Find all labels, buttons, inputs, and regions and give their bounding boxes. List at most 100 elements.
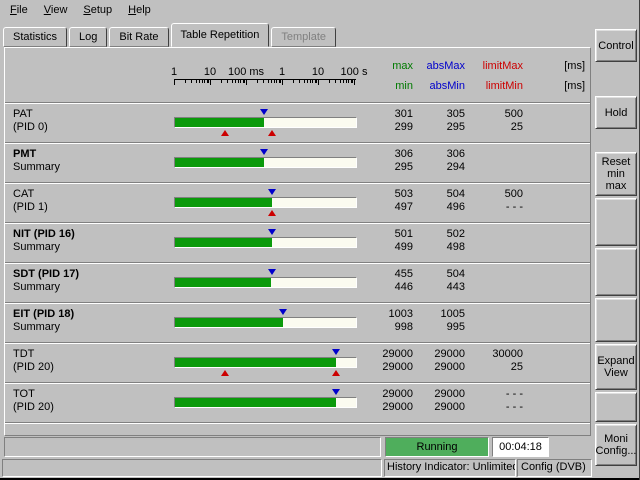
limit-marker-icon <box>221 370 229 376</box>
row-name: TDT <box>13 348 34 360</box>
col-header-absmin: absMin <box>415 80 465 92</box>
tab-table-repetition[interactable]: Table Repetition <box>171 23 270 47</box>
repetition-bar <box>174 157 357 168</box>
ruler-tick <box>348 80 349 83</box>
ruler-tick <box>293 80 294 83</box>
table-row: SDT (PID 17)Summary455446504443 <box>5 262 590 302</box>
app-window: FileViewSetupHelp StatisticsLogBit RateT… <box>0 0 640 480</box>
ruler-tick <box>204 80 205 83</box>
table-row: NIT (PID 16)Summary501499502498 <box>5 222 590 262</box>
limit-values <box>467 308 523 334</box>
blank-button[interactable] <box>595 392 637 422</box>
running-status: Running <box>385 437 489 457</box>
value-min: 295 <box>357 161 413 174</box>
tab-log[interactable]: Log <box>69 27 107 47</box>
ruler-tick <box>244 80 245 83</box>
limit-values: - - -- - - <box>467 388 523 414</box>
expand-view-button[interactable]: Expand View <box>595 344 637 390</box>
ruler-tick <box>329 80 330 83</box>
blank-button[interactable] <box>595 198 637 246</box>
value-max: 306 <box>415 148 465 161</box>
ruler-tick <box>335 80 336 83</box>
hold-button[interactable]: Hold <box>595 96 637 129</box>
ruler-tick <box>299 80 300 83</box>
tab-statistics[interactable]: Statistics <box>3 27 67 47</box>
table-rows: PAT(PID 0)30129930529550025PMTSummary306… <box>5 102 590 426</box>
bar-fill <box>175 358 336 367</box>
tab-template[interactable]: Template <box>271 27 336 47</box>
control-button[interactable]: Control <box>595 29 637 62</box>
value-max <box>467 268 523 281</box>
menu-item-help[interactable]: Help <box>120 0 159 20</box>
row-subtitle: (PID 1) <box>13 201 48 213</box>
limit-marker-icon <box>268 210 276 216</box>
limit-values <box>467 268 523 294</box>
max-min-values: 306295 <box>357 148 413 174</box>
col-header-absmax: absMax <box>415 60 465 72</box>
ruler-tick <box>185 80 186 83</box>
menu-item-view[interactable]: View <box>36 0 76 20</box>
blank-button[interactable] <box>595 248 637 296</box>
bar-fill <box>175 278 271 287</box>
absmax-absmin-values: 504443 <box>415 268 465 294</box>
value-max: 500 <box>467 108 523 121</box>
table-row: CAT(PID 1)503497504496500- - - <box>5 182 590 222</box>
value-max <box>467 308 523 321</box>
repetition-bar <box>174 357 357 368</box>
value-min: 496 <box>415 201 465 214</box>
menu-item-setup[interactable]: Setup <box>75 0 120 20</box>
absmax-absmin-values: 2900029000 <box>415 348 465 374</box>
moni-config-button[interactable]: Moni Config... <box>595 424 637 466</box>
tab-bit-rate[interactable]: Bit Rate <box>109 27 168 47</box>
ruler-tick <box>312 80 313 83</box>
limit-marker-icon <box>221 130 229 136</box>
value-min <box>467 321 523 334</box>
absmax-absmin-values: 305295 <box>415 108 465 134</box>
repetition-bar <box>174 397 357 408</box>
scale-label: 10 <box>204 66 216 78</box>
ruler-tick <box>280 80 281 83</box>
col-header-limitmax: limitMax <box>467 60 523 72</box>
value-min: 29000 <box>357 401 413 414</box>
value-max: 504 <box>415 268 465 281</box>
max-min-values: 301299 <box>357 108 413 134</box>
absmax-absmin-values: 504496 <box>415 188 465 214</box>
absmax-absmin-values: 2900029000 <box>415 388 465 414</box>
row-subtitle: Summary <box>13 321 60 333</box>
value-min: 995 <box>415 321 465 334</box>
value-min: 25 <box>467 361 523 374</box>
scale-label: 1 <box>171 66 177 78</box>
value-max: 29000 <box>415 348 465 361</box>
value-min: - - - <box>467 401 523 414</box>
menu-item-file[interactable]: File <box>2 0 36 20</box>
limit-values <box>467 148 523 174</box>
blank-button[interactable] <box>595 298 637 342</box>
ruler-tick <box>210 80 211 85</box>
row-subtitle: Summary <box>13 281 60 293</box>
time-scale-ruler <box>174 79 356 87</box>
value-max: 29000 <box>357 348 413 361</box>
row-name: CAT <box>13 188 34 200</box>
row-subtitle: (PID 20) <box>13 361 54 373</box>
repetition-bar <box>174 237 357 248</box>
status-message-area <box>4 437 381 457</box>
reset-min-max-button[interactable]: Reset min max <box>595 152 637 196</box>
bar-fill <box>175 198 272 207</box>
table-row: TOT(PID 20)29000290002900029000- - -- - … <box>5 382 590 422</box>
ruler-tick <box>282 80 283 85</box>
row-name: NIT (PID 16) <box>13 228 75 240</box>
value-max: 29000 <box>415 388 465 401</box>
ruler-tick <box>227 80 228 83</box>
ruler-tick <box>310 80 311 83</box>
ruler-tick <box>268 80 269 83</box>
value-min: - - - <box>467 201 523 214</box>
value-min: 29000 <box>357 361 413 374</box>
table-row: EIT (PID 18)Summary10039981005995 <box>5 302 590 342</box>
abs-max-marker-icon <box>260 149 268 155</box>
limit-values: 500- - - <box>467 188 523 214</box>
value-min: 998 <box>357 321 413 334</box>
bar-fill <box>175 398 336 407</box>
ruler-tick <box>263 80 264 83</box>
ruler-tick <box>174 80 175 85</box>
value-max: 1005 <box>415 308 465 321</box>
